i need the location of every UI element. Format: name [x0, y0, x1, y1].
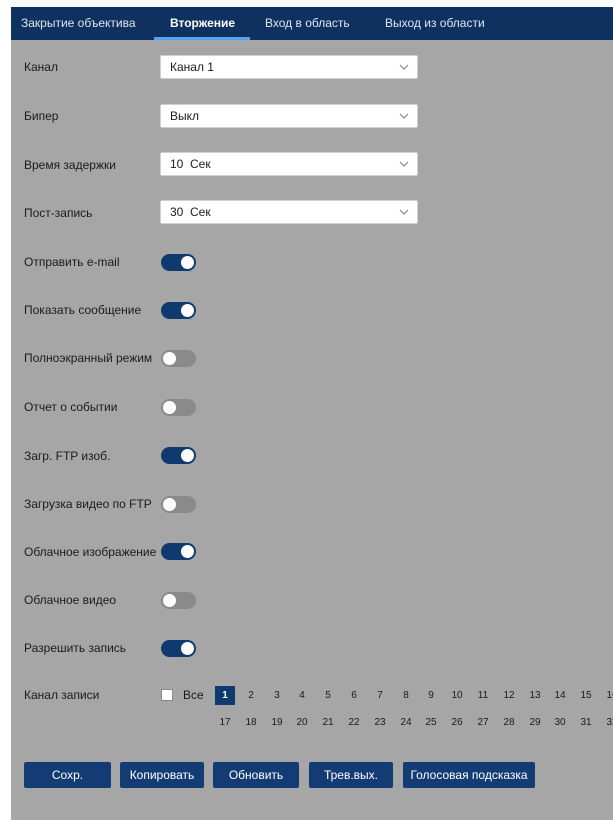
- alarm-output-button[interactable]: Трев.вых.: [309, 762, 393, 788]
- record-channel-3[interactable]: 3: [267, 686, 287, 705]
- cloud-image-toggle[interactable]: [161, 543, 196, 560]
- record-channel-13[interactable]: 13: [525, 686, 545, 705]
- all-channels-label: Все: [183, 688, 204, 702]
- refresh-button[interactable]: Обновить: [213, 762, 299, 788]
- ftp-image-label: Загр. FTP изоб.: [24, 449, 111, 463]
- cloud-video-label: Облачное видео: [24, 593, 117, 607]
- active-tab-underline: [154, 37, 250, 40]
- event-report-label: Отчет о событии: [24, 400, 118, 414]
- tab-bar: Закрытие объектива Вторжение Вход в обла…: [11, 7, 613, 40]
- post-record-label: Пост-запись: [24, 206, 93, 220]
- tab-area-enter[interactable]: Вход в область: [265, 7, 350, 40]
- channel-select[interactable]: Канал 1: [160, 55, 418, 79]
- toggle-knob: [181, 304, 194, 317]
- cloud-video-toggle[interactable]: [161, 592, 196, 609]
- record-channel-21[interactable]: 21: [318, 713, 338, 732]
- record-channel-28[interactable]: 28: [499, 713, 519, 732]
- delay-label: Время задержки: [24, 158, 116, 172]
- beeper-select[interactable]: Выкл: [160, 104, 418, 128]
- event-report-toggle[interactable]: [161, 399, 196, 416]
- delay-select-value: 10 Сек: [170, 157, 211, 171]
- tab-intrusion[interactable]: Вторжение: [170, 7, 235, 40]
- toggle-knob: [163, 401, 176, 414]
- record-channel-10[interactable]: 10: [447, 686, 467, 705]
- tab-area-exit[interactable]: Выход из области: [385, 7, 485, 40]
- top-frame: [0, 0, 613, 7]
- record-channel-7[interactable]: 7: [370, 686, 390, 705]
- record-channel-9[interactable]: 9: [421, 686, 441, 705]
- record-channel-31[interactable]: 31: [576, 713, 596, 732]
- chevron-down-icon: [399, 209, 409, 215]
- record-channel-12[interactable]: 12: [499, 686, 519, 705]
- record-channel-label: Канал записи: [24, 688, 100, 702]
- chevron-down-icon: [399, 113, 409, 119]
- record-channel-27[interactable]: 27: [473, 713, 493, 732]
- post-record-select-value: 30 Сек: [170, 205, 211, 219]
- record-channel-6[interactable]: 6: [344, 686, 364, 705]
- allow-record-toggle[interactable]: [161, 640, 196, 657]
- record-channel-32[interactable]: 32: [602, 713, 613, 732]
- tab-lens-cover[interactable]: Закрытие объектива: [21, 7, 136, 40]
- post-record-select[interactable]: 30 Сек: [160, 200, 418, 224]
- fullscreen-toggle[interactable]: [161, 350, 196, 367]
- delay-select[interactable]: 10 Сек: [160, 152, 418, 176]
- toggle-knob: [181, 449, 194, 462]
- record-channel-2[interactable]: 2: [241, 686, 261, 705]
- save-button[interactable]: Сохр.: [24, 762, 111, 788]
- cloud-image-label: Облачное изображение: [24, 545, 157, 559]
- toggle-knob: [163, 594, 176, 607]
- record-channel-15[interactable]: 15: [576, 686, 596, 705]
- record-channel-5[interactable]: 5: [318, 686, 338, 705]
- record-channel-4[interactable]: 4: [292, 686, 312, 705]
- send-email-label: Отправить e-mail: [24, 255, 120, 269]
- toggle-knob: [163, 498, 176, 511]
- record-channel-26[interactable]: 26: [447, 713, 467, 732]
- ftp-video-label: Загрузка видео по FTP: [24, 497, 152, 511]
- all-channels-checkbox[interactable]: [161, 689, 173, 701]
- toggle-knob: [163, 352, 176, 365]
- record-channel-18[interactable]: 18: [241, 713, 261, 732]
- record-channel-1[interactable]: 1: [215, 686, 235, 705]
- ftp-image-toggle[interactable]: [161, 447, 196, 464]
- ftp-video-toggle[interactable]: [161, 496, 196, 513]
- left-frame: [0, 0, 11, 820]
- send-email-toggle[interactable]: [161, 254, 196, 271]
- allow-record-label: Разрешить запись: [24, 641, 127, 655]
- record-channel-22[interactable]: 22: [344, 713, 364, 732]
- beeper-select-value: Выкл: [170, 109, 200, 123]
- channel-select-value: Канал 1: [170, 60, 214, 74]
- voice-prompt-button[interactable]: Голосовая подсказка: [403, 762, 535, 788]
- channel-label: Канал: [24, 60, 58, 74]
- record-channel-30[interactable]: 30: [550, 713, 570, 732]
- beeper-label: Бипер: [24, 109, 59, 123]
- fullscreen-label: Полноэкранный режим: [24, 351, 153, 365]
- record-channel-20[interactable]: 20: [292, 713, 312, 732]
- toggle-knob: [181, 545, 194, 558]
- show-message-toggle[interactable]: [161, 302, 196, 319]
- toggle-knob: [181, 256, 194, 269]
- record-channel-11[interactable]: 11: [473, 686, 493, 705]
- chevron-down-icon: [399, 64, 409, 70]
- record-channel-19[interactable]: 19: [267, 713, 287, 732]
- record-channel-24[interactable]: 24: [396, 713, 416, 732]
- record-channel-14[interactable]: 14: [550, 686, 570, 705]
- record-channel-29[interactable]: 29: [525, 713, 545, 732]
- chevron-down-icon: [399, 161, 409, 167]
- record-channel-23[interactable]: 23: [370, 713, 390, 732]
- toggle-knob: [181, 642, 194, 655]
- copy-button[interactable]: Копировать: [120, 762, 204, 788]
- record-channel-16[interactable]: 16: [602, 686, 613, 705]
- record-channel-25[interactable]: 25: [421, 713, 441, 732]
- record-channel-17[interactable]: 17: [215, 713, 235, 732]
- record-channel-8[interactable]: 8: [396, 686, 416, 705]
- show-message-label: Показать сообщение: [24, 303, 142, 317]
